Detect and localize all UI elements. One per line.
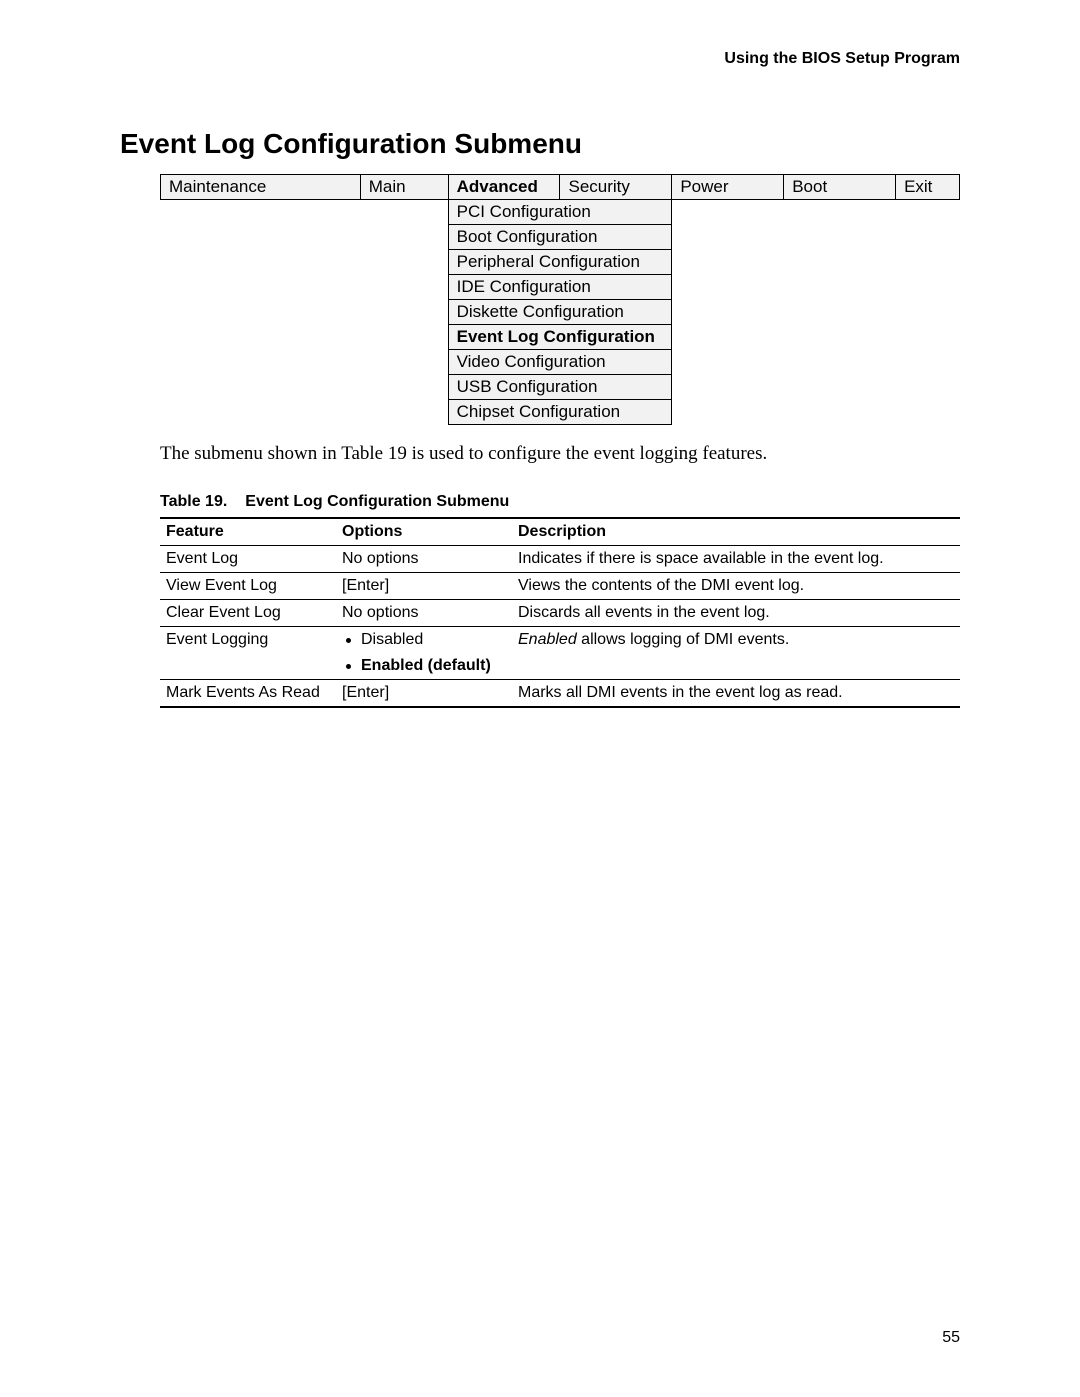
desc-italic-prefix: Enabled: [518, 631, 577, 648]
menu-tab-4: Power: [672, 175, 784, 200]
feat-cell-3-option-0-text: Disabled: [361, 631, 423, 649]
feat-cell-3-option-1-text: Enabled (default): [361, 657, 491, 675]
feat-cell-0-desc: Indicates if there is space available in…: [512, 546, 960, 573]
feat-cell-3b-feature: [160, 653, 336, 680]
feat-cell-0-feature: Event Log: [160, 546, 336, 573]
feat-cell-3-feature: Event Logging: [160, 627, 336, 654]
feat-cell-3b-desc: [512, 653, 960, 680]
feat-cell-0-options: No options: [336, 546, 512, 573]
submenu-item-0: PCI Configuration: [448, 200, 672, 225]
intro-paragraph: The submenu shown in Table 19 is used to…: [160, 443, 960, 465]
desc-rest: allows logging of DMI events.: [577, 631, 790, 648]
feat-cell-4-desc: Marks all DMI events in the event log as…: [512, 680, 960, 708]
submenu-item-3: IDE Configuration: [448, 275, 672, 300]
table-caption: Table 19. Event Log Configuration Submenu: [160, 493, 960, 511]
feat-cell-3-desc: Enabled allows logging of DMI events.: [512, 627, 960, 654]
feat-cell-1-options: [Enter]: [336, 573, 512, 600]
submenu-item-7: USB Configuration: [448, 375, 672, 400]
feat-cell-3-option-1: Enabled (default): [336, 653, 512, 680]
submenu-item-4: Diskette Configuration: [448, 300, 672, 325]
bullet-icon: [346, 664, 351, 669]
feat-header-2: Description: [512, 518, 960, 546]
menu-tab-2: Advanced: [448, 175, 560, 200]
bullet-icon: [346, 638, 351, 643]
bios-menu-table: Maintenance Main Advanced Security Power…: [160, 174, 960, 425]
table-caption-num: Table 19.: [160, 493, 227, 510]
page-title: Event Log Configuration Submenu: [120, 128, 960, 160]
menu-tab-0: Maintenance: [161, 175, 361, 200]
submenu-item-1: Boot Configuration: [448, 225, 672, 250]
feat-header-1: Options: [336, 518, 512, 546]
menu-tab-1: Main: [360, 175, 448, 200]
feat-cell-3-option-0: Disabled: [336, 627, 512, 654]
feat-cell-1-desc: Views the contents of the DMI event log.: [512, 573, 960, 600]
submenu-item-2: Peripheral Configuration: [448, 250, 672, 275]
menu-tab-5: Boot: [784, 175, 896, 200]
menu-tab-3: Security: [560, 175, 672, 200]
submenu-item-5: Event Log Configuration: [448, 325, 672, 350]
feature-table: Feature Options Description Event Log No…: [160, 517, 960, 708]
feat-cell-2-feature: Clear Event Log: [160, 600, 336, 627]
menu-tab-6: Exit: [896, 175, 960, 200]
feat-header-0: Feature: [160, 518, 336, 546]
feat-cell-4-feature: Mark Events As Read: [160, 680, 336, 708]
feat-cell-2-options: No options: [336, 600, 512, 627]
table-caption-title: Event Log Configuration Submenu: [245, 493, 509, 510]
submenu-item-6: Video Configuration: [448, 350, 672, 375]
feat-cell-1-feature: View Event Log: [160, 573, 336, 600]
page-number: 55: [942, 1329, 960, 1347]
submenu-item-8: Chipset Configuration: [448, 400, 672, 425]
feat-cell-4-options: [Enter]: [336, 680, 512, 708]
feat-cell-2-desc: Discards all events in the event log.: [512, 600, 960, 627]
running-head: Using the BIOS Setup Program: [120, 50, 960, 68]
